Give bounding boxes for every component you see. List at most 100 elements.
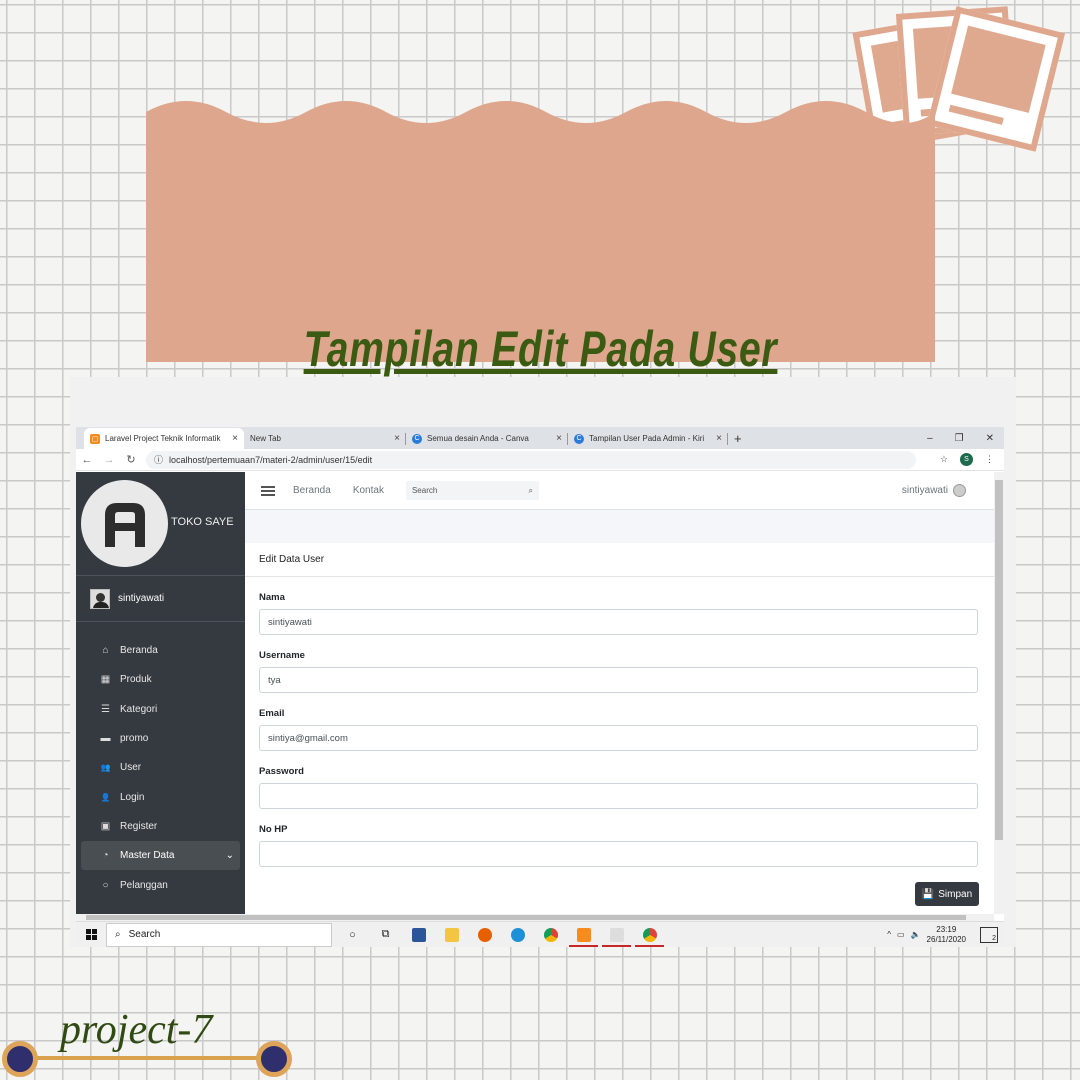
brand-name: TOKO SAYE (171, 516, 234, 528)
taskbar-search-input[interactable]: ⌕ Search (106, 922, 332, 947)
sidebar-item-produk[interactable]: ▦ Produk (81, 665, 240, 694)
vertical-scrollbar[interactable] (994, 472, 1004, 914)
tab-new-tab[interactable]: New Tab × (244, 428, 406, 449)
sidebar-item-master-data[interactable]: ◔ Master Data ⌄ (81, 841, 240, 871)
no-hp-field[interactable] (259, 841, 978, 867)
grid-icon: ▦ (100, 674, 111, 686)
search-input[interactable]: Search ⌕ (405, 481, 539, 500)
sidebar-item-login[interactable]: 👤 Login (81, 782, 240, 811)
edit-user-card: Edit Data User Nama sintiyawati Username… (245, 543, 994, 923)
chrome-icon[interactable] (534, 922, 567, 948)
close-icon[interactable]: × (716, 433, 722, 444)
minimize-icon[interactable]: – (927, 433, 933, 444)
horizontal-scrollbar[interactable] (76, 914, 994, 921)
close-icon[interactable]: × (232, 433, 238, 444)
search-icon: ⌕ (115, 929, 121, 940)
field-label: Nama (259, 592, 285, 603)
firefox-icon[interactable] (468, 922, 501, 948)
form-group-no-hp: No HP (245, 824, 994, 867)
brand-logo (81, 480, 168, 567)
tab-label: New Tab (250, 434, 281, 443)
nav-link-beranda[interactable]: Beranda (293, 485, 331, 496)
notification-icon[interactable]: 2 (980, 926, 998, 943)
menu-dots-icon[interactable]: ⋮ (985, 454, 994, 465)
tab-laravel[interactable]: ▢ Laravel Project Teknik Informatik × (84, 428, 244, 449)
clock[interactable]: 23:19 26/11/2020 (927, 925, 966, 945)
tab-label: Laravel Project Teknik Informatik (105, 434, 221, 443)
form-group-username: Username tya (245, 650, 994, 693)
navbar-user[interactable]: sintiyawati (902, 484, 966, 497)
chevron-up-icon[interactable]: ^ (887, 930, 891, 939)
sidebar-item-promo[interactable]: ▬ promo (81, 724, 240, 753)
title-banner: Tampilan Edit Pada User (146, 96, 935, 377)
home-icon: ⌂ (102, 645, 109, 657)
tab-label: Tampilan User Pada Admin - Kiri (589, 434, 705, 443)
search-icon[interactable]: ⌕ (528, 486, 532, 496)
tab-canva-user[interactable]: C Tampilan User Pada Admin - Kiri × (568, 428, 728, 449)
navbar-user-avatar (953, 484, 966, 497)
cortana-icon[interactable]: ○ (336, 922, 369, 948)
back-icon[interactable]: ← (76, 454, 98, 466)
floppy-disk-icon: 💾 (921, 888, 935, 900)
restore-icon[interactable]: ❐ (955, 433, 964, 444)
sidebar-item-pelanggan[interactable]: ○ Pelanggan (81, 870, 240, 899)
volume-icon[interactable]: 🔈 (911, 930, 921, 939)
user-avatar (90, 588, 110, 609)
hamburger-menu-icon[interactable] (261, 484, 275, 498)
user-name: sintiyawati (118, 593, 165, 604)
scrollbar-thumb[interactable] (86, 915, 966, 920)
edge-icon[interactable] (501, 922, 534, 948)
bookmark-star-icon[interactable]: ☆ (940, 454, 948, 465)
brand[interactable]: TOKO SAYE (76, 472, 245, 576)
profile-avatar[interactable]: S (960, 453, 973, 466)
close-window-icon[interactable]: ✕ (986, 433, 994, 444)
browser-window: ▢ Laravel Project Teknik Informatik × Ne… (76, 427, 1004, 947)
address-bar: ← → ↻ ⓘ localhost/pertemuaan7/materi-2/a… (76, 449, 1004, 471)
word-icon[interactable] (402, 922, 435, 948)
sidebar-item-label: Kategori (120, 703, 158, 715)
tab-label: Semua desain Anda - Canva (427, 434, 529, 443)
battery-icon[interactable]: ▭ (897, 930, 905, 939)
scrollbar-thumb[interactable] (995, 480, 1003, 840)
sidebar-item-label: Register (120, 820, 158, 832)
sidebar-item-beranda[interactable]: ⌂ Beranda (81, 636, 240, 665)
tab-canva-designs[interactable]: C Semua desain Anda - Canva × (406, 428, 568, 449)
email-field[interactable]: sintiya@gmail.com (259, 725, 978, 751)
info-icon[interactable]: ⓘ (154, 453, 163, 466)
search-placeholder: Search (411, 486, 438, 495)
user-panel[interactable]: sintiyawati (76, 576, 245, 622)
sidebar-item-register[interactable]: ▣ Register (81, 812, 240, 841)
content-header (245, 510, 994, 543)
nav-link-kontak[interactable]: Kontak (353, 485, 384, 496)
canva-icon: C (412, 433, 422, 444)
close-icon[interactable]: × (556, 433, 562, 444)
sidebar-item-label: Beranda (120, 645, 158, 657)
password-field[interactable] (259, 783, 978, 809)
nama-field[interactable]: sintiyawati (259, 609, 978, 635)
sidebar-item-user[interactable]: 👥 User (81, 753, 240, 782)
id-card-icon: ▣ (100, 820, 111, 832)
task-view-icon[interactable]: ⧉ (369, 922, 402, 948)
field-label: Email (259, 708, 285, 719)
reload-icon[interactable]: ↻ (120, 453, 142, 466)
close-icon[interactable]: × (394, 433, 400, 444)
clock-time: 23:19 (936, 924, 957, 934)
url-field[interactable]: ⓘ localhost/pertemuaan7/materi-2/admin/u… (146, 450, 916, 469)
save-button[interactable]: 💾 Simpan (915, 882, 979, 906)
chrome-profile-icon[interactable] (633, 922, 666, 948)
clock-date: 26/11/2020 (926, 934, 966, 944)
field-label: Password (259, 766, 304, 777)
field-label: No HP (259, 824, 288, 835)
app-taskbar-icon[interactable] (600, 922, 633, 948)
file-explorer-icon[interactable] (435, 922, 468, 948)
sidebar-item-label: Pelanggan (120, 879, 168, 891)
username-field[interactable]: tya (259, 667, 978, 693)
sidebar-item-label: promo (120, 733, 149, 745)
sidebar-item-kategori[interactable]: ☰ Kategori (81, 695, 240, 724)
xampp-taskbar-icon[interactable] (567, 922, 600, 948)
url-text: localhost/pertemuaan7/materi-2/admin/use… (169, 454, 373, 465)
windows-start-icon[interactable] (76, 929, 106, 940)
new-tab-button[interactable]: + (728, 428, 748, 449)
system-tray: ^ ▭ 🔈 23:19 26/11/2020 2 (887, 925, 1004, 945)
forward-icon[interactable]: → (98, 454, 120, 466)
